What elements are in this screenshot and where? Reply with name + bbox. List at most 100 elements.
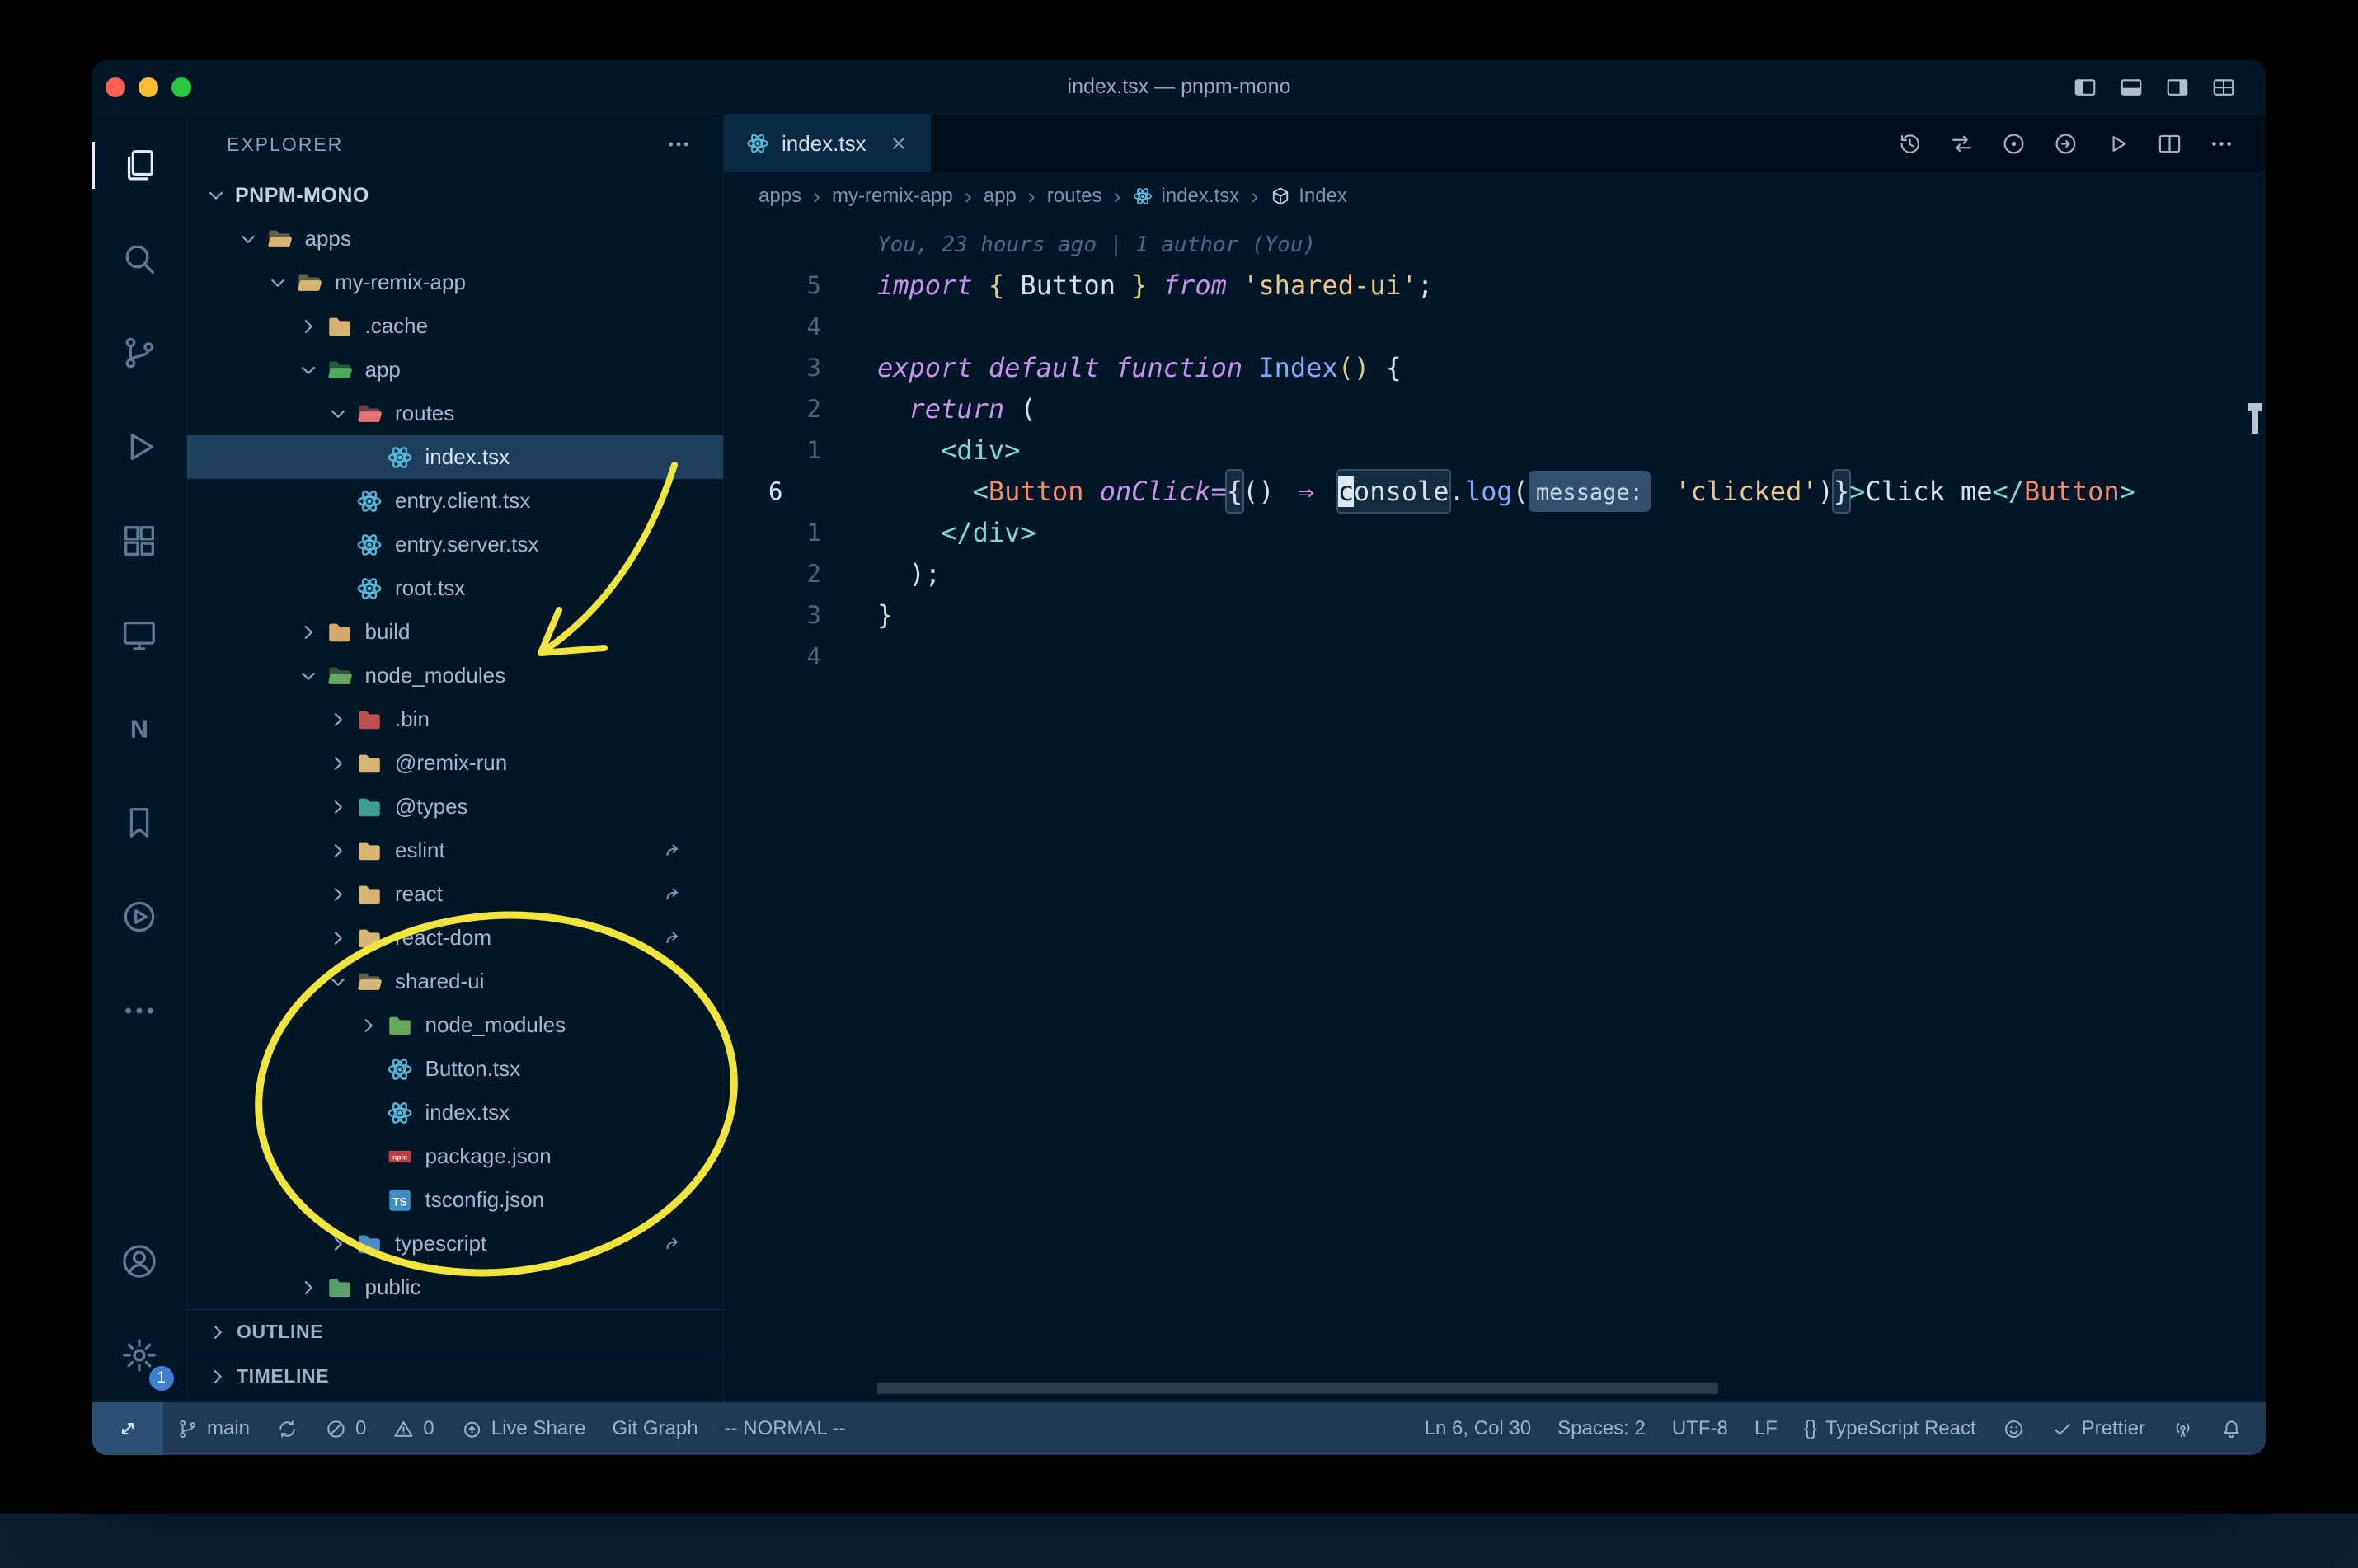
tree-item-my-remix-app[interactable]: my-remix-app <box>187 261 723 304</box>
tree-item-package.json[interactable]: npm package.json <box>187 1134 723 1178</box>
tree-item-eslint[interactable]: eslint <box>187 829 723 872</box>
open-preview-icon[interactable] <box>2053 131 2079 157</box>
activity-additional-views[interactable] <box>92 964 187 1058</box>
breadcrumb-apps[interactable]: apps <box>759 185 801 208</box>
tab-index-tsx[interactable]: index.tsx <box>724 115 932 172</box>
status-branch[interactable]: main <box>163 1402 263 1455</box>
status-sync[interactable] <box>263 1402 312 1455</box>
tree-item-build[interactable]: build <box>187 610 723 654</box>
titlebar: index.tsx — pnpm-mono <box>92 60 2266 115</box>
status-encoding[interactable]: UTF-8 <box>1659 1402 1741 1455</box>
tree-item-@types[interactable]: @types <box>187 785 723 829</box>
more-actions-icon[interactable] <box>2209 131 2234 157</box>
activity-bookmarks[interactable] <box>92 776 187 870</box>
section-outline[interactable]: OUTLINE <box>187 1309 723 1354</box>
react-file-icon <box>386 1055 414 1083</box>
close-button[interactable] <box>106 77 125 97</box>
tree-item-index.tsx[interactable]: index.tsx <box>187 1091 723 1134</box>
tree-item-.cache[interactable]: .cache <box>187 304 723 348</box>
status-label: Spaces: 2 <box>1557 1417 1646 1439</box>
tree-item-node-modules[interactable]: node_modules <box>187 654 723 697</box>
tree-item-react[interactable]: react <box>187 872 723 916</box>
activity-extensions[interactable] <box>92 494 187 588</box>
tree-item-@remix-run[interactable]: @remix-run <box>187 741 723 785</box>
tree-item-label: @types <box>395 794 468 819</box>
status-feedback[interactable] <box>1989 1402 2038 1455</box>
tree-item-shared-ui[interactable]: shared-ui <box>187 960 723 1003</box>
tree-item-react-dom[interactable]: react-dom <box>187 916 723 960</box>
toggle-secondary-sidebar-icon[interactable] <box>2165 75 2190 100</box>
breadcrumb-index[interactable]: Index <box>1270 185 1347 208</box>
tree-item-typescript[interactable]: typescript <box>187 1222 723 1265</box>
status-broadcast[interactable] <box>2158 1402 2207 1455</box>
breadcrumb-routes[interactable]: routes <box>1047 185 1102 208</box>
tree-item-root.tsx[interactable]: root.tsx <box>187 566 723 610</box>
minimize-button[interactable] <box>139 77 158 97</box>
status-warnings[interactable]: 0 <box>379 1402 447 1455</box>
status-live-share[interactable]: Live Share <box>448 1402 599 1455</box>
status-prettier[interactable]: Prettier <box>2038 1402 2158 1455</box>
explorer-actions-icon[interactable] <box>665 131 692 157</box>
tree-item-entry.client.tsx[interactable]: entry.client.tsx <box>187 479 723 523</box>
code-token: Button <box>988 476 1084 507</box>
toggle-primary-sidebar-icon[interactable] <box>2073 75 2097 100</box>
background-window-strip <box>0 1514 2358 1568</box>
monitor-icon <box>120 616 158 654</box>
tree-item-node-modules[interactable]: node_modules <box>187 1003 723 1047</box>
status-label: -- NORMAL -- <box>724 1417 846 1439</box>
status-git-graph[interactable]: Git Graph <box>599 1402 712 1455</box>
activity-run-and-debug[interactable] <box>92 400 187 494</box>
status-eol[interactable]: LF <box>1741 1402 1791 1455</box>
toggle-blame-icon[interactable] <box>2001 131 2027 157</box>
activity-accounts[interactable] <box>92 1214 187 1308</box>
tree-item-apps[interactable]: apps <box>187 217 723 261</box>
tree-item-button.tsx[interactable]: Button.tsx <box>187 1047 723 1091</box>
status-label: Git Graph <box>612 1417 698 1439</box>
folder-icon <box>355 1230 383 1258</box>
activity-nx-console[interactable]: N <box>92 682 187 776</box>
breadcrumb-my-remix-app[interactable]: my-remix-app <box>832 185 953 208</box>
status-errors[interactable]: 0 <box>312 1402 379 1455</box>
tree-item-entry.server.tsx[interactable]: entry.server.tsx <box>187 523 723 566</box>
status-vim-mode[interactable]: -- NORMAL -- <box>712 1402 859 1455</box>
status-cursor-position[interactable]: Ln 6, Col 30 <box>1412 1402 1544 1455</box>
toggle-panel-icon[interactable] <box>2119 75 2144 100</box>
activity-settings[interactable]: 1 <box>92 1308 187 1402</box>
horizontal-scrollbar[interactable] <box>877 1383 1718 1394</box>
status-indentation[interactable]: Spaces: 2 <box>1544 1402 1659 1455</box>
section-timeline[interactable]: TIMELINE <box>187 1354 723 1398</box>
breadcrumb-index.tsx[interactable]: index.tsx <box>1132 185 1239 208</box>
activity-search[interactable] <box>92 212 187 306</box>
breadcrumb-app[interactable]: app <box>984 185 1017 208</box>
activity-source-control[interactable] <box>92 306 187 400</box>
code-line: 3 export default function Index() { <box>724 347 2266 388</box>
status-language-mode[interactable]: {} TypeScript React <box>1791 1402 1989 1455</box>
activity-code-runner[interactable] <box>92 870 187 964</box>
local-history-icon[interactable] <box>1897 131 1923 157</box>
customize-layout-icon[interactable] <box>2211 75 2236 100</box>
breadcrumb-label: app <box>983 185 1017 207</box>
status-label: LF <box>1754 1417 1778 1439</box>
tree-item-tsconfig.json[interactable]: TS tsconfig.json <box>187 1178 723 1222</box>
zoom-button[interactable] <box>171 77 191 97</box>
activity-remote-explorer[interactable] <box>92 588 187 682</box>
open-changes-icon[interactable] <box>1949 131 1975 157</box>
tree-item-.bin[interactable]: .bin <box>187 697 723 741</box>
status-remote[interactable] <box>92 1402 163 1455</box>
tree-item-app[interactable]: app <box>187 348 723 392</box>
folder-icon <box>355 749 383 777</box>
code-editor[interactable]: You, 23 hours ago | 1 author (You) 5 impo… <box>724 220 2266 1402</box>
tree-root-pnpm-mono[interactable]: PNPM-MONO <box>187 174 723 217</box>
code-line: 6 < Button onClick ={() ⇒ console. log(mess… <box>724 471 2266 512</box>
activity-explorer[interactable] <box>92 118 187 212</box>
tree-item-routes[interactable]: routes <box>187 392 723 435</box>
run-file-icon[interactable] <box>2105 131 2130 157</box>
tree-item-public[interactable]: public <box>187 1265 723 1309</box>
code-line: 4 <box>724 636 2266 677</box>
tree-item-index.tsx[interactable]: index.tsx <box>187 435 723 479</box>
close-icon[interactable] <box>888 133 909 154</box>
code-token: () <box>1337 352 1370 383</box>
tree-item-label: app <box>364 357 401 382</box>
split-editor-icon[interactable] <box>2157 131 2182 157</box>
status-notifications[interactable] <box>2207 1402 2256 1455</box>
